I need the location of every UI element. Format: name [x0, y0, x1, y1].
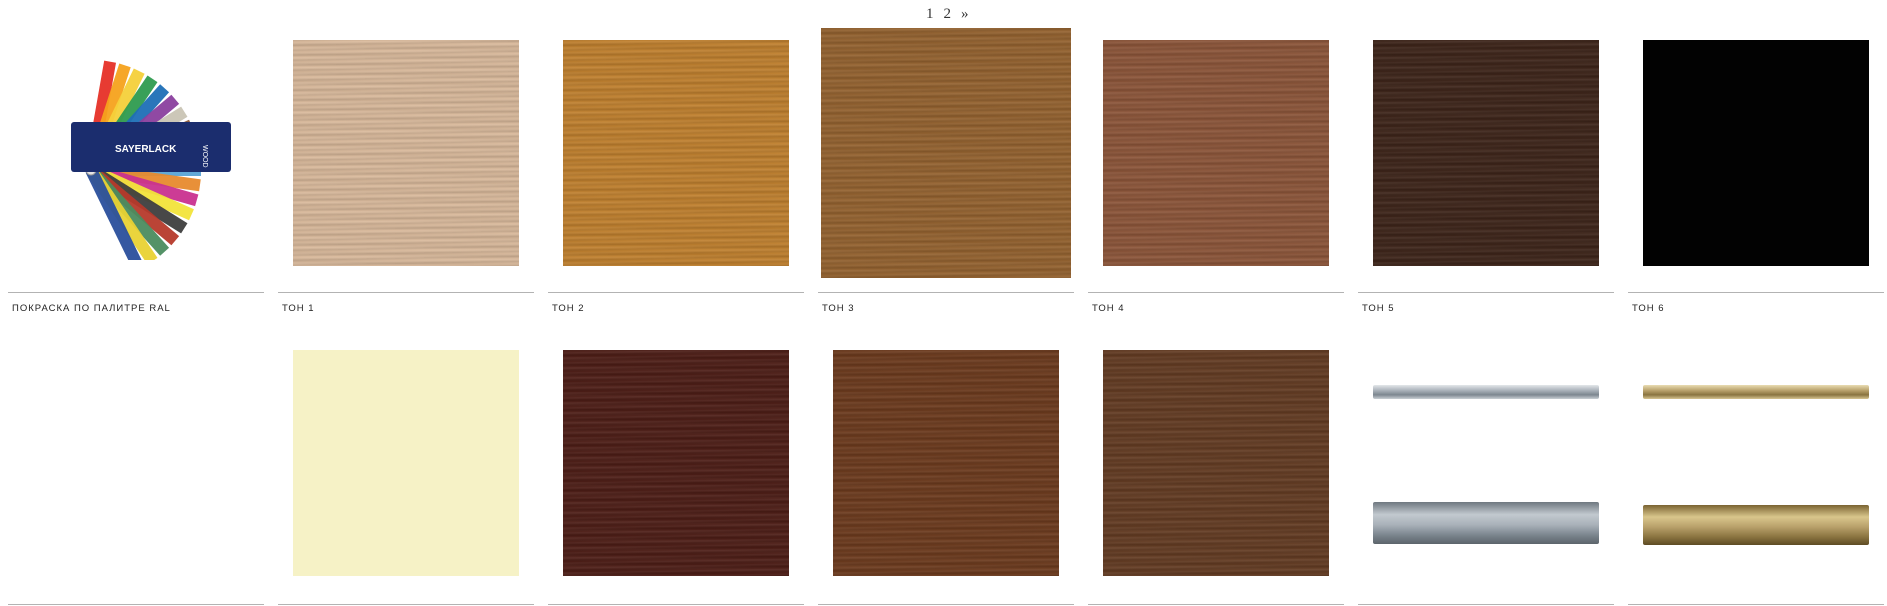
page: 1 2 » SAYERLACK WOOD ПОКРАСКА ПО ПАЛИТРЕ… [0, 0, 1887, 606]
divider [8, 292, 264, 293]
divider [278, 292, 534, 293]
row2-item-7[interactable] [1628, 330, 1884, 606]
tone-2-swatch [563, 40, 789, 266]
row2-item-5[interactable] [1088, 330, 1344, 606]
divider [818, 604, 1074, 605]
silver-rail-thick [1373, 502, 1599, 544]
row2-item-6[interactable] [1358, 330, 1614, 606]
divider [1628, 604, 1884, 605]
gold-rail-thin [1643, 385, 1869, 399]
row2-item-3[interactable] [548, 330, 804, 606]
divider [818, 292, 1074, 293]
silver-rail-thin [1373, 385, 1599, 399]
divider [548, 292, 804, 293]
divider [8, 604, 264, 605]
tone-6-item[interactable]: ТОН 6 [1628, 0, 1884, 330]
ivory-swatch [293, 350, 519, 576]
divider [1358, 604, 1614, 605]
tone-3-swatch [821, 28, 1071, 278]
row2-item-2[interactable] [278, 330, 534, 606]
tone-2-item[interactable]: ТОН 2 [548, 0, 804, 330]
walnut-swatch [833, 350, 1059, 576]
divider [1628, 292, 1884, 293]
tone-1-item[interactable]: ТОН 1 [278, 0, 534, 330]
oak-swatch [1103, 350, 1329, 576]
item-label: ТОН 3 [822, 303, 855, 314]
ral-fan-deck-image: SAYERLACK WOOD [71, 60, 231, 260]
tone-5-swatch [1373, 40, 1599, 266]
tone-4-item[interactable]: ТОН 4 [1088, 0, 1344, 330]
tone-5-item[interactable]: ТОН 5 [1358, 0, 1614, 330]
item-label: ТОН 2 [552, 303, 585, 314]
mahogany-swatch [563, 350, 789, 576]
divider [1088, 292, 1344, 293]
divider [1358, 292, 1614, 293]
ral-palette-item[interactable]: SAYERLACK WOOD ПОКРАСКА ПО ПАЛИТРЕ RAL [8, 0, 264, 330]
svg-text:SAYERLACK: SAYERLACK [115, 144, 177, 155]
tone-1-swatch [293, 40, 519, 266]
item-label: ТОН 4 [1092, 303, 1125, 314]
tone-6-swatch [1643, 40, 1869, 266]
divider [278, 604, 534, 605]
tone-4-swatch [1103, 40, 1329, 266]
item-label: ПОКРАСКА ПО ПАЛИТРЕ RAL [12, 303, 171, 314]
svg-text:WOOD: WOOD [201, 145, 208, 168]
row2-item-1[interactable] [8, 330, 264, 606]
item-label: ТОН 5 [1362, 303, 1395, 314]
item-label: ТОН 1 [282, 303, 315, 314]
divider [1088, 604, 1344, 605]
item-label: ТОН 6 [1632, 303, 1665, 314]
divider [548, 604, 804, 605]
gold-rail-thick [1643, 505, 1869, 545]
row2-item-4[interactable] [818, 330, 1074, 606]
tone-3-item[interactable]: ТОН 3 [818, 0, 1074, 330]
